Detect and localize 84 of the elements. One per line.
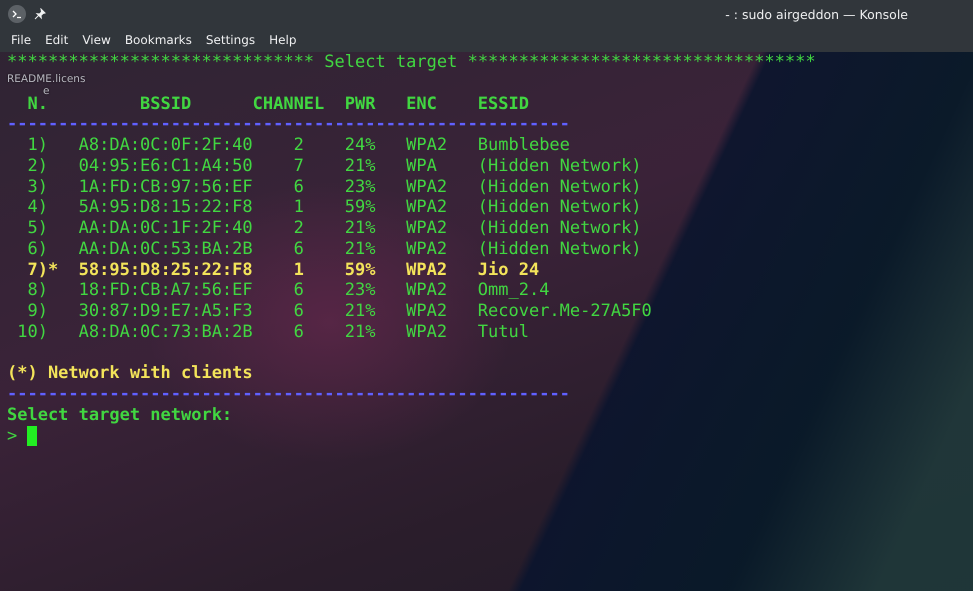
bssid-cell-text: 30:87:D9:E7:A5:F3: [78, 301, 254, 322]
essid-cell: (Hidden Network): [478, 238, 642, 260]
power-cell-text: 21%: [344, 322, 376, 342]
channel-cell-text: 1: [294, 260, 305, 280]
power-cell-text: 23%: [344, 280, 376, 301]
power-cell-text: 21%: [344, 218, 376, 239]
encryption-cell-text: WPA2: [406, 260, 448, 280]
column-header: PWR: [344, 94, 376, 114]
power-cell-text: 21%: [344, 301, 376, 322]
clients-marker: *: [48, 260, 60, 280]
essid-cell: Jio 24: [478, 260, 540, 280]
channel-cell-text: 6: [294, 238, 305, 260]
encryption-cell-text: WPA2: [406, 301, 448, 322]
window-title: - : sudo airgeddon — Konsole: [725, 6, 908, 22]
legend-text: (*) Network with clients: [7, 363, 253, 384]
column-header: CHANNEL: [252, 94, 326, 114]
row-number: 6): [26, 238, 48, 260]
bssid-cell-text: AA:DA:0C:1F:2F:40: [78, 218, 254, 239]
essid-cell: Tutul: [478, 322, 529, 342]
power-cell-text: 21%: [344, 238, 376, 260]
bssid-cell-text: 04:95:E6:C1:A4:50: [78, 156, 254, 176]
channel-cell-text: 7: [294, 156, 305, 176]
bssid-cell-text: 18:FD:CB:A7:56:EF: [78, 280, 254, 301]
power-cell-text: 21%: [344, 156, 376, 176]
channel-cell-text: 2: [294, 135, 305, 156]
menu-item[interactable]: Settings: [198, 30, 262, 50]
encryption-cell-text: WPA2: [406, 135, 448, 156]
row-number: 5): [26, 218, 48, 239]
essid-cell: Omm_2.4: [478, 280, 550, 301]
power-cell-text: 24%: [344, 135, 376, 156]
row-number: 3): [26, 176, 48, 198]
pin-icon[interactable]: [34, 8, 46, 20]
channel-cell-text: 6: [294, 176, 305, 198]
banner-stars: ******************************: [7, 52, 314, 73]
channel-cell-text: 1: [294, 197, 305, 218]
column-header: BSSID: [140, 94, 192, 114]
essid-cell: Recover.Me-27A5F0: [478, 301, 652, 322]
essid-cell: (Hidden Network): [478, 218, 642, 239]
cursor-block: [27, 426, 38, 446]
essid-cell: (Hidden Network): [478, 197, 642, 218]
encryption-cell-text: WPA2: [406, 238, 448, 260]
dashed-divider: -------------------------------------------------------: [7, 384, 570, 405]
encryption-cell-text: WPA: [406, 156, 438, 176]
encryption-cell-text: WPA2: [406, 218, 448, 239]
essid-cell: (Hidden Network): [478, 156, 642, 176]
bssid-cell-text: A8:DA:0C:73:BA:2B: [78, 322, 254, 342]
row-number: 7): [26, 260, 48, 280]
power-cell-text: 23%: [344, 176, 376, 198]
essid-cell: Bumblebee: [478, 135, 570, 156]
banner-stars: **********************************: [468, 52, 816, 73]
bssid-cell-text: 58:95:D8:25:22:F8: [78, 260, 254, 280]
menu-item[interactable]: File: [4, 30, 38, 50]
row-number: 8): [26, 280, 48, 301]
power-cell-text: 59%: [344, 197, 376, 218]
dashed-divider: -------------------------------------------------------: [7, 114, 570, 135]
bssid-cell-text: A8:DA:0C:0F:2F:40: [78, 135, 254, 156]
row-number: 4): [26, 197, 48, 218]
encryption-cell-text: WPA2: [406, 197, 448, 218]
banner-title: Select target: [324, 52, 458, 73]
encryption-cell-text: WPA2: [406, 176, 448, 198]
row-number: 9): [26, 301, 48, 322]
column-header: ESSID: [478, 94, 529, 114]
channel-cell-text: 6: [294, 301, 305, 322]
channel-cell-text: 6: [294, 322, 305, 342]
encryption-cell-text: WPA2: [406, 280, 448, 301]
row-number: 1): [26, 135, 48, 156]
channel-cell-text: 6: [294, 280, 305, 301]
prompt-label: Select target network:: [7, 404, 232, 426]
column-header: ENC: [406, 94, 438, 114]
bssid-cell-text: 5A:95:D8:15:22:F8: [78, 197, 254, 218]
menu-item[interactable]: Help: [262, 30, 304, 50]
terminal-icon[interactable]: [8, 5, 26, 23]
power-cell-text: 59%: [344, 260, 376, 280]
menu-item[interactable]: Bookmarks: [118, 30, 199, 50]
bssid-cell-text: AA:DA:0C:53:BA:2B: [78, 238, 254, 260]
encryption-cell-text: WPA2: [406, 322, 448, 342]
menu-item[interactable]: Edit: [38, 30, 76, 50]
channel-cell-text: 2: [294, 218, 305, 239]
row-number: 2): [26, 156, 48, 176]
prompt-symbol: >: [7, 426, 18, 446]
essid-cell: (Hidden Network): [478, 176, 642, 198]
menu-item[interactable]: View: [75, 30, 118, 50]
bssid-cell-text: 1A:FD:CB:97:56:EF: [78, 176, 254, 198]
row-number: 10): [16, 322, 48, 342]
